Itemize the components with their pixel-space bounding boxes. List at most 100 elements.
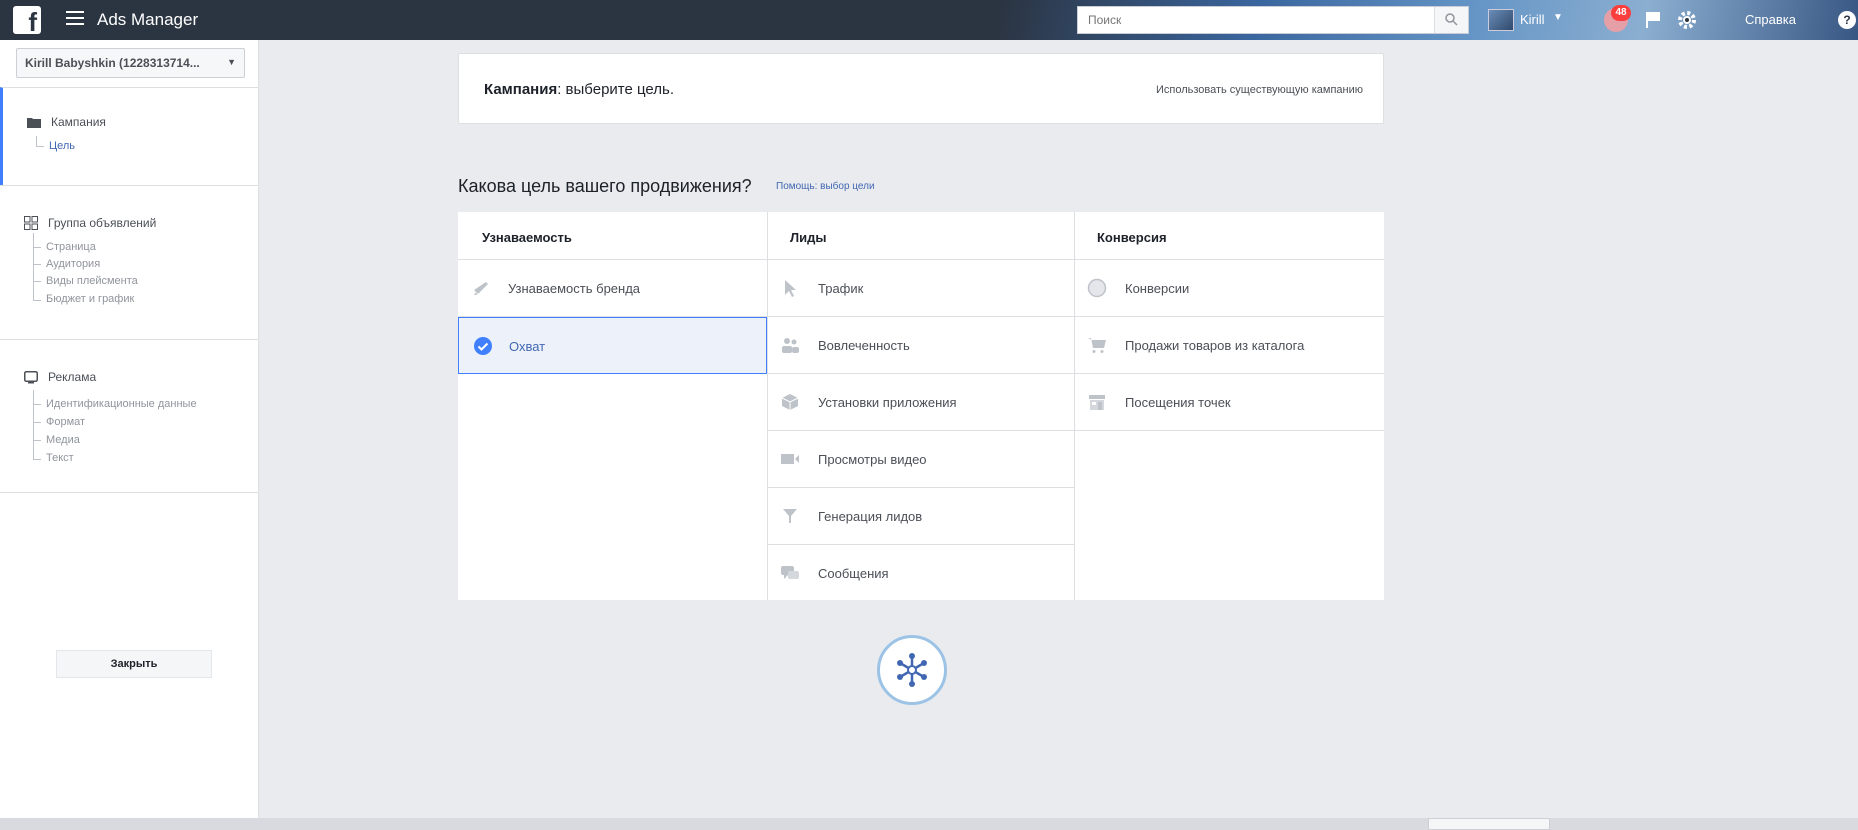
gear-icon[interactable]: [1676, 9, 1698, 31]
tree-line: [36, 136, 37, 146]
store-icon: [1089, 395, 1105, 410]
search-button[interactable]: [1434, 7, 1468, 33]
sidebar-item-objective[interactable]: Цель: [49, 140, 75, 152]
chevron-down-icon: ▼: [227, 57, 236, 67]
cursor-icon: [785, 280, 796, 297]
column-heading: Узнаваемость: [458, 212, 767, 260]
sidebar-item-placements[interactable]: Виды плейсмента: [46, 275, 138, 287]
footer-button[interactable]: [1428, 818, 1550, 830]
tree-connector: [33, 404, 41, 405]
sidebar-item-audience[interactable]: Аудитория: [46, 258, 100, 270]
sidebar-section-ad: Реклама Идентификационные данные Формат …: [0, 339, 259, 493]
objective-column-conversion: Конверсия Конверсии Продажи товаров из к…: [1075, 212, 1384, 600]
objective-label: Охват: [509, 339, 546, 354]
objective-column-awareness: Узнаваемость Узнаваемость бренда Охват: [458, 212, 767, 600]
objective-conversions[interactable]: Конверсии: [1075, 260, 1384, 317]
objective-traffic[interactable]: Трафик: [768, 260, 1074, 317]
tree-connector: [33, 264, 41, 265]
objective-label: Генерация лидов: [818, 509, 923, 524]
objective-label: Продажи товаров из каталога: [1125, 338, 1305, 353]
objective-label: Просмотры видео: [818, 452, 927, 467]
tree-connector: [33, 422, 41, 423]
objective-question: Какова цель вашего продвижения?: [458, 176, 752, 196]
tree-line: [33, 233, 34, 301]
search-input[interactable]: [1078, 7, 1418, 33]
loading-spinner: [877, 635, 947, 705]
campaign-card: Кампания: выберите цель. Использовать су…: [458, 53, 1384, 124]
monitor-icon: [24, 370, 38, 383]
help-link[interactable]: Справка: [1745, 12, 1796, 27]
objective-help-link[interactable]: Помощь: выбор цели: [776, 181, 875, 192]
objective-brand-awareness[interactable]: Узнаваемость бренда: [458, 260, 767, 317]
objective-engagement[interactable]: Вовлеченность: [768, 317, 1074, 374]
objectives-table: Узнаваемость Узнаваемость бренда Охват Л…: [458, 212, 1384, 600]
sidebar-item-text[interactable]: Текст: [46, 452, 74, 464]
objective-label: Установки приложения: [818, 395, 957, 410]
sidebar-item-budget[interactable]: Бюджет и график: [46, 293, 134, 305]
column-heading: Конверсия: [1075, 212, 1384, 260]
user-name[interactable]: Kirill: [1520, 12, 1545, 27]
people-icon: [782, 338, 799, 353]
video-icon: [781, 454, 799, 464]
sidebar-item-page[interactable]: Страница: [46, 241, 96, 253]
campaign-title-rest: : выберите цель.: [557, 81, 675, 98]
sidebar: Kirill Babyshkin (1228313714... ▼ Кампан…: [0, 40, 259, 830]
campaign-title: Кампания: выберите цель.: [484, 81, 674, 98]
box-icon: [781, 394, 799, 410]
objective-label: Вовлеченность: [818, 338, 910, 353]
funnel-icon: [783, 509, 797, 523]
sidebar-item-campaign[interactable]: Кампания: [27, 115, 106, 129]
cart-icon: [1088, 338, 1106, 353]
account-selector[interactable]: Kirill Babyshkin (1228313714... ▼: [16, 48, 245, 78]
chevron-down-icon[interactable]: ▼: [1553, 12, 1563, 23]
sidebar-item-media[interactable]: Медиа: [46, 434, 80, 446]
close-button[interactable]: Закрыть: [56, 650, 212, 678]
objective-lead-generation[interactable]: Генерация лидов: [768, 488, 1074, 545]
loading-icon: [897, 653, 927, 687]
objective-label: Узнаваемость бренда: [508, 281, 641, 296]
tree-connector: [33, 459, 41, 460]
search-box: [1077, 6, 1469, 34]
flag-icon[interactable]: [1645, 11, 1661, 29]
sidebar-item-identity[interactable]: Идентификационные данные: [46, 398, 197, 410]
globe-icon: [1087, 278, 1107, 298]
column-heading: Лиды: [768, 212, 1074, 260]
objective-store-visits[interactable]: Посещения точек: [1075, 374, 1384, 431]
tree-connector: [33, 247, 41, 248]
objective-app-installs[interactable]: Установки приложения: [768, 374, 1074, 431]
tree-connector: [33, 440, 41, 441]
sidebar-item-label: Группа объявлений: [48, 216, 157, 230]
objective-label: Посещения точек: [1125, 395, 1231, 410]
sidebar-item-format[interactable]: Формат: [46, 416, 85, 428]
sidebar-item-label: Реклама: [48, 370, 97, 384]
objective-label: Трафик: [818, 281, 864, 296]
sidebar-section-adset: Группа объявлений Страница Аудитория Вид…: [0, 185, 259, 339]
grid-icon: [24, 216, 38, 230]
objective-video-views[interactable]: Просмотры видео: [768, 431, 1074, 488]
help-icon[interactable]: ?: [1838, 11, 1856, 29]
footer-bar: [0, 818, 1858, 830]
objective-reach[interactable]: Охват: [458, 317, 767, 374]
notifications-badge: 48: [1611, 5, 1631, 21]
hamburger-menu-icon[interactable]: [66, 11, 84, 27]
objective-messages[interactable]: Сообщения: [768, 545, 1074, 602]
search-icon: [1445, 13, 1458, 26]
account-name: Kirill Babyshkin (1228313714...: [25, 56, 200, 70]
megaphone-icon: [474, 282, 488, 295]
objective-label: Конверсии: [1125, 281, 1190, 296]
check-circle-icon: [474, 337, 492, 355]
use-existing-campaign-link[interactable]: Использовать существующую кампанию: [1156, 84, 1363, 96]
sidebar-item-ad[interactable]: Реклама: [24, 370, 96, 384]
sidebar-section-campaign: Кампания Цель: [0, 87, 259, 185]
facebook-logo-icon[interactable]: f: [13, 6, 41, 34]
chat-icon: [781, 566, 799, 579]
tree-connector: [33, 281, 41, 282]
tree-connector: [33, 300, 41, 301]
tree-connector: [36, 146, 44, 147]
avatar[interactable]: [1488, 9, 1514, 31]
app-title[interactable]: Ads Manager: [97, 10, 198, 30]
top-bar: f Ads Manager Kirill ▼ 48 Справка ?: [0, 0, 1858, 40]
objective-catalog-sales[interactable]: Продажи товаров из каталога: [1075, 317, 1384, 374]
objective-column-leads: Лиды Трафик Вовлеченность Установки прил…: [767, 212, 1075, 600]
sidebar-item-adset[interactable]: Группа объявлений: [24, 216, 156, 230]
